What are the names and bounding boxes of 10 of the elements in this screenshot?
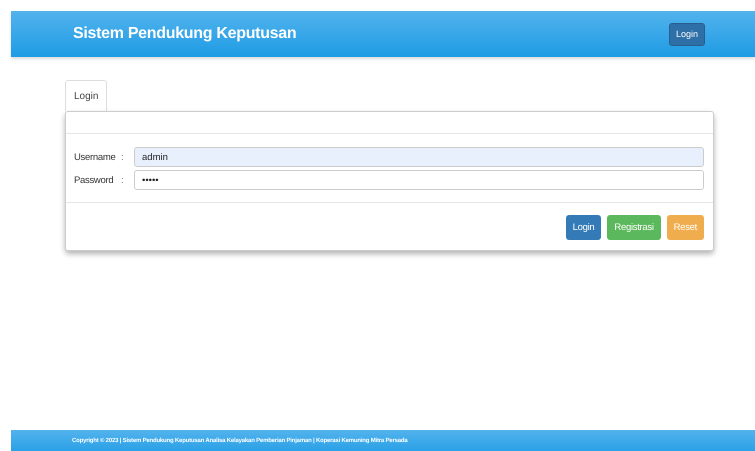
input-field[interactable]: ••••• <box>134 170 704 190</box>
field-label: Password <box>74 174 114 186</box>
login-button[interactable]: Login <box>668 22 705 46</box>
brand-title: Sistem Pendukung Keputusan <box>73 25 296 43</box>
tab[interactable]: Login <box>65 80 108 111</box>
input-field[interactable]: admin <box>134 147 704 167</box>
label-separator: : <box>120 174 125 186</box>
field-label: Username <box>74 152 116 162</box>
form-button[interactable]: Login <box>566 215 602 240</box>
label-separator: : <box>120 152 125 162</box>
